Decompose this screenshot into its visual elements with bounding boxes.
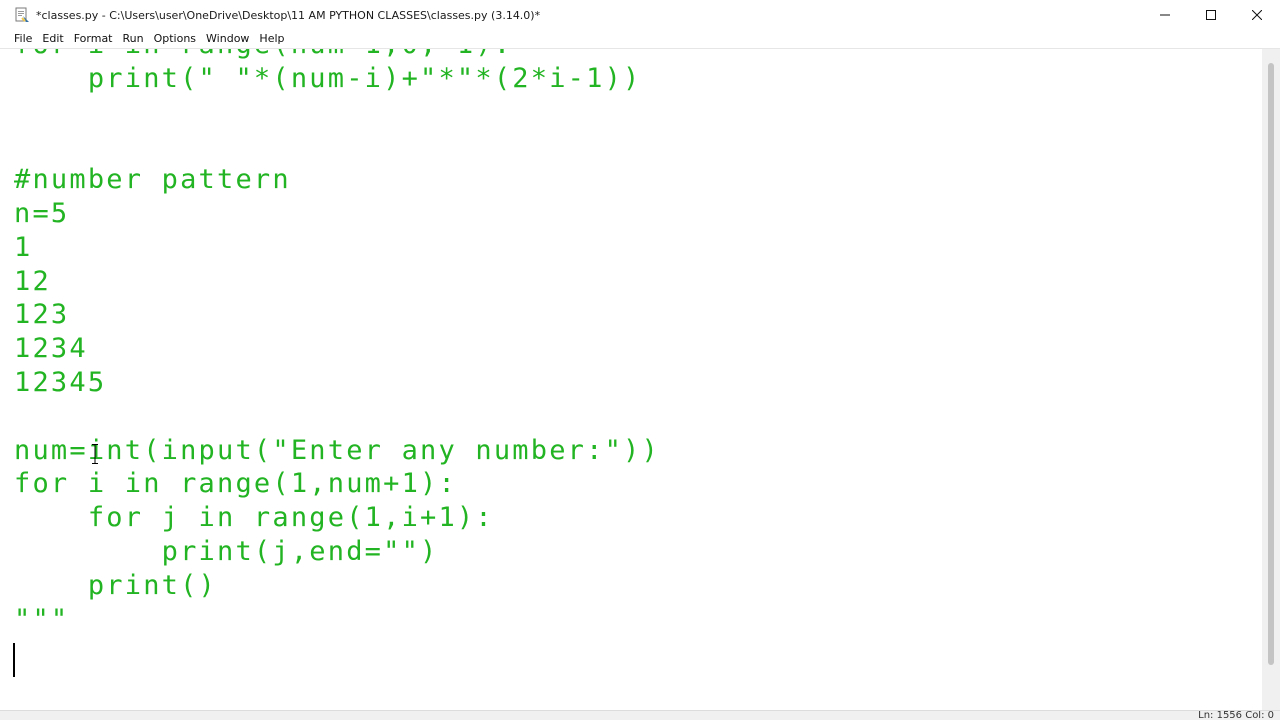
cursor-position: Ln: 1556 Col: 0 (1198, 710, 1274, 720)
code-line: 12 (14, 265, 51, 297)
menu-format[interactable]: Format (69, 30, 118, 48)
code-line: """ (14, 603, 70, 635)
code-line: print(" "*(num-i)+"*"*(2*i-1)) (14, 62, 642, 94)
text-cursor (13, 643, 15, 677)
menu-run[interactable]: Run (118, 30, 149, 48)
menu-help[interactable]: Help (254, 30, 289, 48)
close-button[interactable] (1234, 0, 1280, 30)
menu-window[interactable]: Window (201, 30, 254, 48)
code-line: 12345 (14, 366, 107, 398)
code-line: 123 (14, 299, 70, 331)
code-text[interactable]: for i in range(num-1,0,-1): print(" "*(n… (14, 49, 660, 670)
menu-file[interactable]: File (9, 30, 37, 48)
code-line: for i in range(1,num+1): (14, 468, 457, 500)
window-controls (1142, 0, 1280, 30)
code-line: 1234 (14, 333, 88, 365)
code-line: print(j,end="") (14, 535, 439, 567)
maximize-icon (1206, 10, 1216, 20)
maximize-button[interactable] (1188, 0, 1234, 30)
close-icon (1252, 10, 1262, 20)
minimize-button[interactable] (1142, 0, 1188, 30)
vertical-scrollbar[interactable] (1262, 49, 1280, 710)
idle-editor-window: *classes.py - C:\Users\user\OneDrive\Des… (0, 0, 1280, 720)
window-title: *classes.py - C:\Users\user\OneDrive\Des… (36, 8, 541, 22)
code-line: for i in range(num-1,0,-1): (14, 49, 660, 62)
scrollbar-thumb[interactable] (1268, 63, 1274, 665)
code-line: print() (14, 569, 218, 601)
python-file-icon (15, 7, 29, 22)
code-line: for j in range(1,i+1): (14, 502, 494, 534)
code-line: #number pattern (14, 164, 291, 196)
code-editor[interactable]: for i in range(num-1,0,-1): print(" "*(n… (0, 49, 1262, 710)
code-line: n=5 (14, 197, 70, 229)
menu-options[interactable]: Options (149, 30, 201, 48)
ibeam-cursor-icon (92, 444, 98, 464)
title-bar[interactable]: *classes.py - C:\Users\user\OneDrive\Des… (0, 0, 1280, 30)
code-line: 1 (14, 231, 33, 263)
status-bar: Ln: 1556 Col: 0 (0, 710, 1280, 720)
code-line: num=int(input("Enter any number:")) (14, 434, 660, 466)
menu-bar: File Edit Format Run Options Window Help (0, 30, 1280, 49)
menu-edit[interactable]: Edit (37, 30, 68, 48)
minimize-icon (1160, 14, 1170, 16)
